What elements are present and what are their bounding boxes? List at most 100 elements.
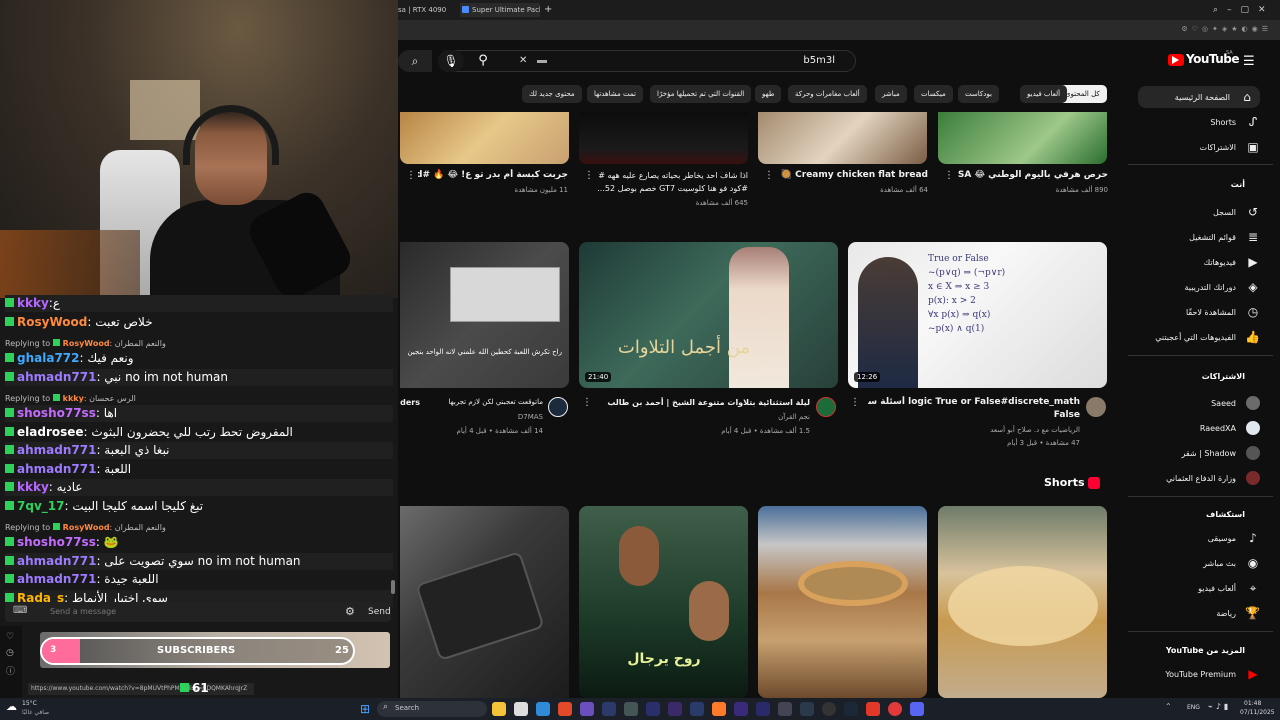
more-options-icon[interactable]: ⋮ [850, 397, 860, 408]
chat-message[interactable]: ghala772: ونعم فيك [5, 350, 393, 367]
video-title[interactable]: ليلة استثنائية بتلاوات متنوعة الشيخ | أح… [598, 396, 810, 409]
chip-mixes[interactable]: ميكسات [914, 85, 953, 103]
sidebar-item-live[interactable]: ◉ بث مباشر [1110, 552, 1260, 574]
blender-icon[interactable] [712, 702, 726, 716]
chip-video-games[interactable]: ألعاب فيديو [1020, 85, 1068, 103]
youtube-logo[interactable]: YouTube SA [1168, 50, 1240, 68]
chat-username[interactable]: ghala772 [17, 351, 80, 365]
channel-avatar[interactable] [816, 397, 836, 417]
video-thumbnail-game[interactable]: راح تكرش اللعبة كحطين الله علمني لانه ال… [400, 242, 569, 388]
video-channel[interactable]: نجم القرآن [598, 412, 810, 422]
info-icon[interactable]: ⓘ [6, 664, 15, 677]
chip-podcast[interactable]: بودكاست [958, 85, 999, 103]
chat-message[interactable]: kkky:ع [5, 295, 393, 312]
short-thumbnail[interactable] [758, 506, 927, 698]
vscode-icon[interactable] [536, 702, 550, 716]
taskbar-search[interactable]: ⌕ Search [377, 701, 487, 717]
chat-message[interactable]: ahmadn771: اللعبة [5, 461, 393, 478]
chat-username[interactable]: ahmadn771 [17, 554, 96, 568]
video-thumbnail-whiteboard[interactable]: True or False ~(p∨q) ⇒ (¬p∨r) x ∈ X ⇒ x ≥ … [848, 242, 1107, 388]
sidebar-item-your-videos[interactable]: ▶ فيديوهاتك [1110, 251, 1260, 273]
steam-icon[interactable] [844, 702, 858, 716]
sidebar-item-premium[interactable]: ▶ YouTube Premium [1110, 663, 1260, 685]
chat-message[interactable]: ahmadn771: سوي تصويت على no im not human [5, 552, 393, 570]
video-thumbnail-recitation[interactable]: من أجمل التلاوات 21:40 [579, 242, 838, 388]
sidebar-sub-defense[interactable]: وزارة الدفاع العثماني [1110, 467, 1260, 489]
sidebar-you-heading[interactable]: أنت [1231, 180, 1245, 189]
chip-recently-uploaded[interactable]: القنوات التي تم تحميلها مؤخرًا [650, 85, 752, 103]
chat-username[interactable]: shosho77ss [17, 406, 96, 420]
app-icon[interactable] [800, 702, 814, 716]
channel-avatar[interactable] [548, 397, 568, 417]
channel-avatar[interactable] [1086, 397, 1106, 417]
audition-icon[interactable] [646, 702, 660, 716]
chat-settings-icon[interactable]: ⚙ [345, 605, 355, 618]
chip-new-to-you[interactable]: محتوى جديد لك [522, 85, 582, 103]
video-title[interactable]: ماتوقعت تعجبني لكن لازم تجربها [418, 396, 543, 409]
chat-username[interactable]: ahmadn771 [17, 572, 96, 586]
more-options-icon[interactable]: ⋮ [584, 170, 594, 181]
chip-cooking[interactable]: طهو [755, 85, 782, 103]
chat-message[interactable]: shosho77ss: 🐸 [5, 534, 393, 551]
clear-search-icon[interactable]: ✕ [519, 55, 527, 66]
video-title[interactable]: logic True or False#discrete_math أسئلة … [868, 396, 1080, 409]
app-icon[interactable] [888, 702, 902, 716]
chat-message[interactable]: ahmadn771: نبي no im not human [5, 368, 393, 386]
chat-username[interactable]: kkky [17, 296, 49, 310]
short-thumbnail[interactable] [938, 506, 1107, 698]
sidebar-item-sports[interactable]: 🏆 رياضة [1110, 602, 1260, 624]
premiere-icon[interactable] [734, 702, 748, 716]
more-options-icon[interactable]: ⋮ [406, 170, 416, 181]
chat-username[interactable]: 7qv_17 [17, 499, 64, 513]
chat-username[interactable]: RosyWood [17, 315, 87, 329]
address-bar[interactable]: ⚙♡◎✦◈★◐◉☰ [398, 20, 1280, 40]
search-input[interactable]: ✕ b5m3l [438, 50, 856, 72]
keyboard-icon[interactable] [537, 60, 547, 63]
sidebar-item-shorts[interactable]: ᔑ Shorts [1110, 111, 1260, 133]
discord-icon[interactable] [910, 702, 924, 716]
tab-super-ultimate[interactable]: Super Ultimate Pack | Mix [460, 3, 540, 17]
tray-status-icons[interactable]: ⌁♪▮ [1208, 702, 1231, 711]
clock-date[interactable]: 07/11/2025 [1240, 709, 1275, 716]
microphone-icon[interactable]: 🎙 [438, 50, 464, 72]
input-language[interactable]: ENG [1187, 704, 1200, 711]
chat-input[interactable]: Send a message [50, 607, 116, 616]
video-thumbnail[interactable] [938, 112, 1107, 164]
photoshop-icon[interactable] [602, 702, 616, 716]
search-icon[interactable]: ⌕ [398, 50, 432, 72]
clock-time[interactable]: 01:48 [1244, 700, 1261, 707]
video-thumbnail[interactable] [579, 112, 748, 164]
new-tab-button[interactable]: + [544, 3, 554, 17]
app-icon[interactable] [624, 702, 638, 716]
tab-rtx[interactable]: sa | RTX 4090 [398, 3, 458, 17]
obs-icon[interactable] [822, 702, 836, 716]
chat-message[interactable]: eladrosee: المفروض تحط رتب للي يحضرون ال… [5, 424, 393, 441]
more-options-icon[interactable]: ⋮ [582, 397, 592, 408]
tray-overflow-icon[interactable]: ⌃ [1165, 702, 1172, 711]
chat-username[interactable]: ahmadn771 [17, 443, 96, 457]
sidebar-item-music[interactable]: ♪ موسيقى [1110, 527, 1260, 549]
file-explorer-icon[interactable] [492, 702, 506, 716]
app-icon[interactable] [514, 702, 528, 716]
chat-message[interactable]: RosyWood: خلاص تعبت [5, 314, 393, 331]
sidebar-item-watch-later[interactable]: ◷ المشاهدة لاحقًا [1110, 301, 1260, 323]
sidebar-sub-saeed[interactable]: Saeed [1110, 392, 1260, 414]
chip-live[interactable]: مباشر [875, 85, 907, 103]
video-title[interactable]: حرص هرفي باليوم الوطني 😂 SA [958, 169, 1108, 182]
weather-temp[interactable]: 15°C [22, 700, 37, 707]
chip-action-adventure[interactable]: ألعاب مغامرات وحركة [788, 85, 867, 103]
search-button[interactable]: ⚲ [470, 50, 496, 72]
audition-icon[interactable] [690, 702, 704, 716]
sidebar-item-home[interactable]: ⌂ الصفحة الرئيسية [1138, 86, 1260, 108]
video-channel[interactable]: الرياضيات مع د. صلاح أبو أسعد [868, 425, 1080, 435]
window-controls[interactable]: ⌕–▢✕ [1213, 3, 1273, 17]
sidebar-item-courses[interactable]: ◈ دوراتك التدريبية [1110, 276, 1260, 298]
chat-message[interactable]: kkky: عاديه [5, 479, 393, 496]
app-icon[interactable] [778, 702, 792, 716]
chat-username[interactable]: ahmadn771 [17, 462, 96, 476]
chat-scrollbar[interactable] [391, 580, 395, 594]
opera-icon[interactable] [866, 702, 880, 716]
timer-icon[interactable]: ◷ [6, 648, 14, 658]
sidebar-item-subscriptions[interactable]: ▣ الاشتراكات [1110, 136, 1260, 158]
short-thumbnail[interactable] [400, 506, 569, 698]
